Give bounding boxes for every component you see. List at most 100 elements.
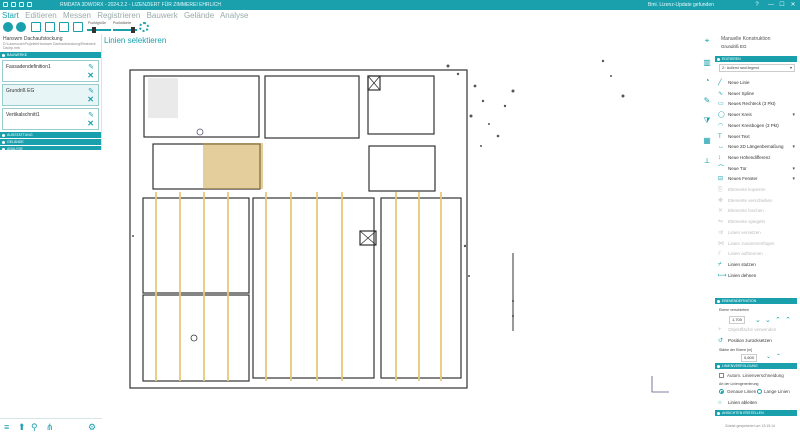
construction-item[interactable]: ⇋ Elemente spiegeln	[717, 217, 797, 227]
import-icon[interactable]	[31, 22, 41, 32]
objektflaeche-button[interactable]: + Objektfläche verwenden	[717, 325, 797, 335]
point-density-knob[interactable]	[131, 27, 135, 33]
measure-icon[interactable]	[73, 22, 83, 32]
construction-item[interactable]: ╱ Neue Linie	[717, 78, 797, 88]
window-icon: ⊟	[718, 176, 724, 183]
snap-mode-select[interactable]: Z↑ äußerst rand liegend	[719, 64, 795, 72]
bauwerk-card[interactable]: Grundriß EG ✎ ✕	[2, 84, 99, 106]
edit-icon[interactable]: ✎	[88, 111, 94, 119]
chevron-down-icon[interactable]: ▾	[792, 142, 795, 152]
point-density-label: Punktdichte	[113, 21, 132, 25]
status-text: Zuletzt gespeichert um 13:19:14	[725, 424, 776, 428]
point-size-label: Punktgröße	[88, 21, 107, 25]
construction-item-label: Linien zusammenfügen	[728, 240, 775, 246]
point-size-knob[interactable]	[92, 27, 96, 33]
section-ebenendefinition[interactable]: EBENENDEFINITION	[715, 298, 797, 304]
double-down-icon[interactable]: ⌄	[765, 316, 771, 324]
upload-icon[interactable]: ⬆	[18, 422, 26, 433]
construction-item[interactable]: ✕ Elemente löschen	[717, 206, 797, 216]
floorplan-canvas[interactable]	[103, 46, 697, 434]
construction-item[interactable]: ↔ Neue 2D Längenbemaßung ▾	[717, 142, 797, 152]
gear-icon[interactable]	[139, 22, 149, 32]
reset-position-button[interactable]: ↺ Position zurücksetzen	[717, 336, 797, 346]
bauwerk-card[interactable]: Vertikalschnitt1 ✎ ✕	[2, 108, 99, 130]
tab-editieren[interactable]: Editieren	[25, 11, 57, 20]
construction-item[interactable]: ⌿ Linien stutzen	[717, 260, 797, 270]
derive-lines-button[interactable]: ○ Linien ableiten	[717, 398, 797, 408]
construction-item[interactable]: ↕ Neue Höhendifferenz	[717, 153, 797, 163]
layers-tab-icon[interactable]: ▥	[700, 58, 714, 67]
share-icon[interactable]: ⋔	[46, 422, 54, 433]
construction-item[interactable]: ⋈ Linien zusammenfügen	[717, 239, 797, 249]
filter-tab-icon[interactable]: ⧩	[700, 116, 714, 126]
close-button[interactable]: ✕	[788, 0, 798, 10]
section-gelaende[interactable]: GELÄNDE	[0, 139, 101, 145]
thickness-down-icon[interactable]: ⌄	[766, 353, 771, 360]
quick-access-icons[interactable]	[3, 2, 32, 7]
construction-item[interactable]: ▭ Neues Rechteck (3 Pkt)	[717, 99, 797, 109]
construction-item[interactable]: ⫽ Linien auftrennen	[717, 249, 797, 259]
section-linienverfolgung[interactable]: LINIENVERFOLGUNG	[715, 363, 797, 369]
construction-item[interactable]: T Neuer Text	[717, 132, 797, 142]
minimize-button[interactable]: —	[766, 0, 776, 10]
split-icon: ⫽	[718, 251, 721, 258]
construction-item-label: Neue Tür	[728, 165, 747, 171]
construction-item-label: Linien versetzen	[728, 229, 761, 235]
construction-item[interactable]: ✥ Elemente verschieben	[717, 196, 797, 206]
construction-item[interactable]: ⌒ Neue Tür ▾	[717, 164, 797, 174]
chevron-down-icon[interactable]: ▾	[792, 164, 795, 174]
construction-item[interactable]: ◯ Neuer Kreis ▾	[717, 110, 797, 120]
new-project-icon[interactable]	[45, 22, 55, 32]
pencil-tab-icon[interactable]: ✎	[700, 96, 714, 105]
point-size-slider[interactable]	[87, 29, 111, 31]
update-notice[interactable]: Bmi. Lizenz-Update gefunden	[648, 0, 714, 10]
construction-item[interactable]: ∿ Neuer Spline	[717, 89, 797, 99]
tree-icon[interactable]: ⚲	[31, 422, 38, 433]
grid-tab-icon[interactable]: ▦	[700, 136, 714, 145]
transform-icon[interactable]	[59, 22, 69, 32]
section-bauwerke[interactable]: BAUWERKE	[0, 52, 101, 58]
bauwerk-card[interactable]: Fassadendefinition1 ✎ ✕	[2, 60, 99, 82]
edit-icon[interactable]: ✎	[88, 63, 94, 71]
double-up-icon[interactable]: ⌃	[785, 316, 791, 324]
construction-item[interactable]: ◠ Neuer Kreisbogen (3 Pkt)	[717, 121, 797, 131]
tab-start[interactable]: Start	[2, 11, 19, 20]
tab-bauwerk[interactable]: Bauwerk	[147, 11, 178, 20]
construction-item[interactable]: ⎘ Elemente kopieren	[717, 185, 797, 195]
thickness-up-icon[interactable]: ⌃	[776, 353, 781, 360]
settings-icon[interactable]: ⚙	[88, 422, 96, 433]
auto-intersect-checkbox[interactable]	[719, 373, 724, 378]
up-icon[interactable]: ⌃	[775, 316, 781, 324]
chevron-down-icon[interactable]: ▾	[792, 110, 795, 120]
camera-tab-icon[interactable]: ◔	[700, 76, 714, 85]
tab-analyse[interactable]: Analyse	[220, 11, 248, 20]
delete-icon[interactable]: ✕	[87, 71, 94, 80]
delete-icon[interactable]: ✕	[87, 119, 94, 128]
cross-marks	[359, 75, 381, 246]
radio-lange-linien[interactable]	[757, 389, 762, 394]
construction-item[interactable]: ⟼ Linien dehnen	[717, 271, 797, 281]
section-ansichten[interactable]: ANSICHTEN ERSTELLEN	[715, 410, 797, 416]
delete-icon[interactable]: ✕	[87, 95, 94, 104]
radio-genaue-linien[interactable]	[719, 389, 724, 394]
tab-registrieren[interactable]: Registrieren	[97, 11, 140, 20]
edit-icon[interactable]: ✎	[88, 87, 94, 95]
pin-icon[interactable]: ⌖	[700, 36, 714, 46]
help-icon[interactable]: ?	[752, 0, 762, 10]
chevron-down-icon[interactable]: ▾	[792, 174, 795, 184]
construction-item[interactable]: ⊟ Neues Fenster ▾	[717, 174, 797, 184]
section-ausstattung[interactable]: AUSSTATTUNG	[0, 132, 101, 138]
construction-item-label: Elemente löschen	[728, 208, 764, 214]
down-icon[interactable]: ⌄	[755, 316, 761, 324]
tab-messen[interactable]: Messen	[63, 11, 91, 20]
layers-icon[interactable]: ≡	[4, 422, 9, 432]
ruler-tab-icon[interactable]: ⟂	[700, 156, 714, 166]
section-editieren[interactable]: EDITIEREN	[715, 56, 797, 62]
maximize-button[interactable]: ☐	[777, 0, 787, 10]
thickness-value[interactable]: 0,600	[741, 354, 758, 362]
tab-gelaende[interactable]: Gelände	[184, 11, 214, 20]
construction-item[interactable]: ⇉ Linien versetzen	[717, 228, 797, 238]
ebene-value[interactable]: 1,700	[729, 316, 746, 324]
cloud-download-icon[interactable]	[16, 22, 26, 32]
cloud-upload-icon[interactable]	[3, 22, 13, 32]
